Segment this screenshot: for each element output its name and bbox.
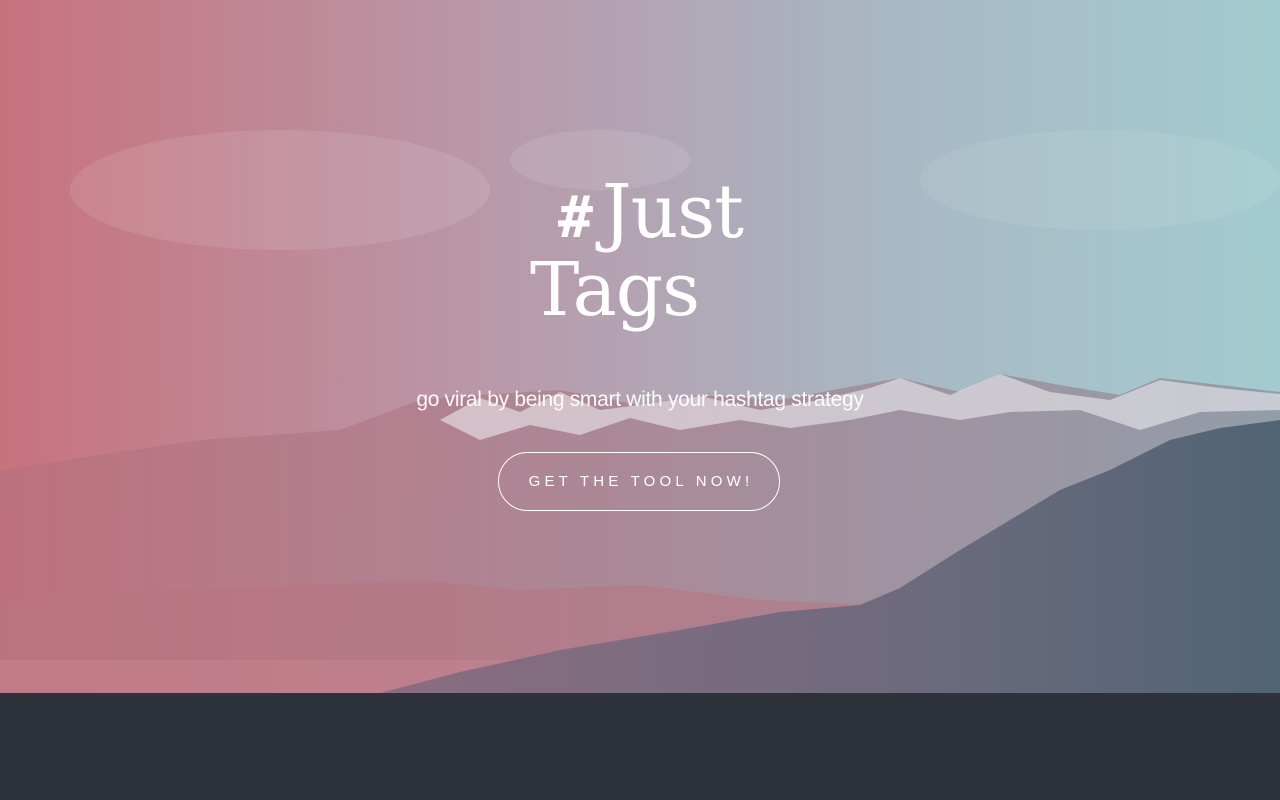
hero-section: # Just Tags go viral by being smart with … — [0, 0, 1280, 693]
hashtag-icon: # — [558, 183, 593, 251]
get-the-tool-button[interactable]: GET THE TOOL NOW! — [498, 452, 780, 511]
brand-logo[interactable]: # Just Tags — [528, 170, 758, 350]
logo-line-1: # Just — [558, 169, 744, 259]
logo-word-just: Just — [601, 169, 744, 255]
logo-word-tags: Tags — [530, 247, 700, 333]
hero-tagline: go viral by being smart with your hashta… — [416, 388, 864, 411]
footer-section — [0, 693, 1280, 800]
hero-content: # Just Tags go viral by being smart with … — [0, 0, 1280, 693]
